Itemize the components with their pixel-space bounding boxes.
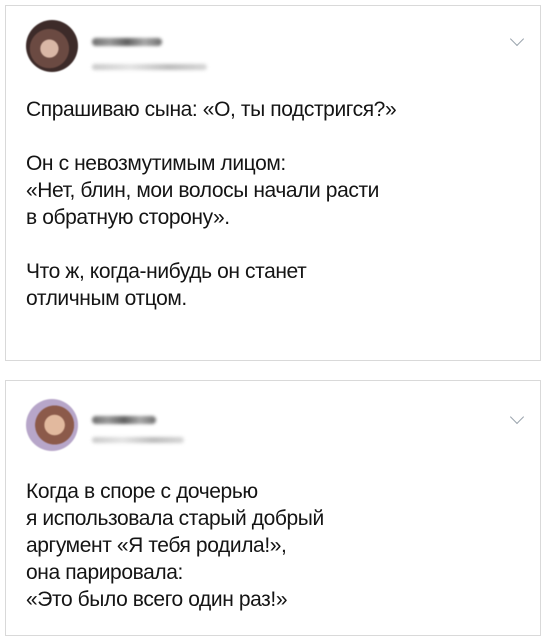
tweet-text: Когда в споре с дочерью я использовала с…	[26, 480, 324, 611]
tweet-card: Спрашиваю сына: «О, ты подстригся?» Он с…	[5, 5, 541, 361]
author-handle-blurred	[92, 64, 207, 70]
author-handle-blurred	[92, 437, 184, 443]
chevron-down-icon[interactable]	[509, 31, 525, 47]
avatar[interactable]	[26, 399, 78, 451]
author-name-blurred[interactable]	[92, 416, 156, 424]
author-name-blurred[interactable]	[92, 38, 162, 46]
chevron-down-icon[interactable]	[509, 409, 525, 425]
tweet-text: Спрашиваю сына: «О, ты подстригся?» Он с…	[26, 98, 397, 310]
avatar[interactable]	[26, 20, 78, 72]
tweet-card: Когда в споре с дочерью я использовала с…	[5, 380, 541, 636]
